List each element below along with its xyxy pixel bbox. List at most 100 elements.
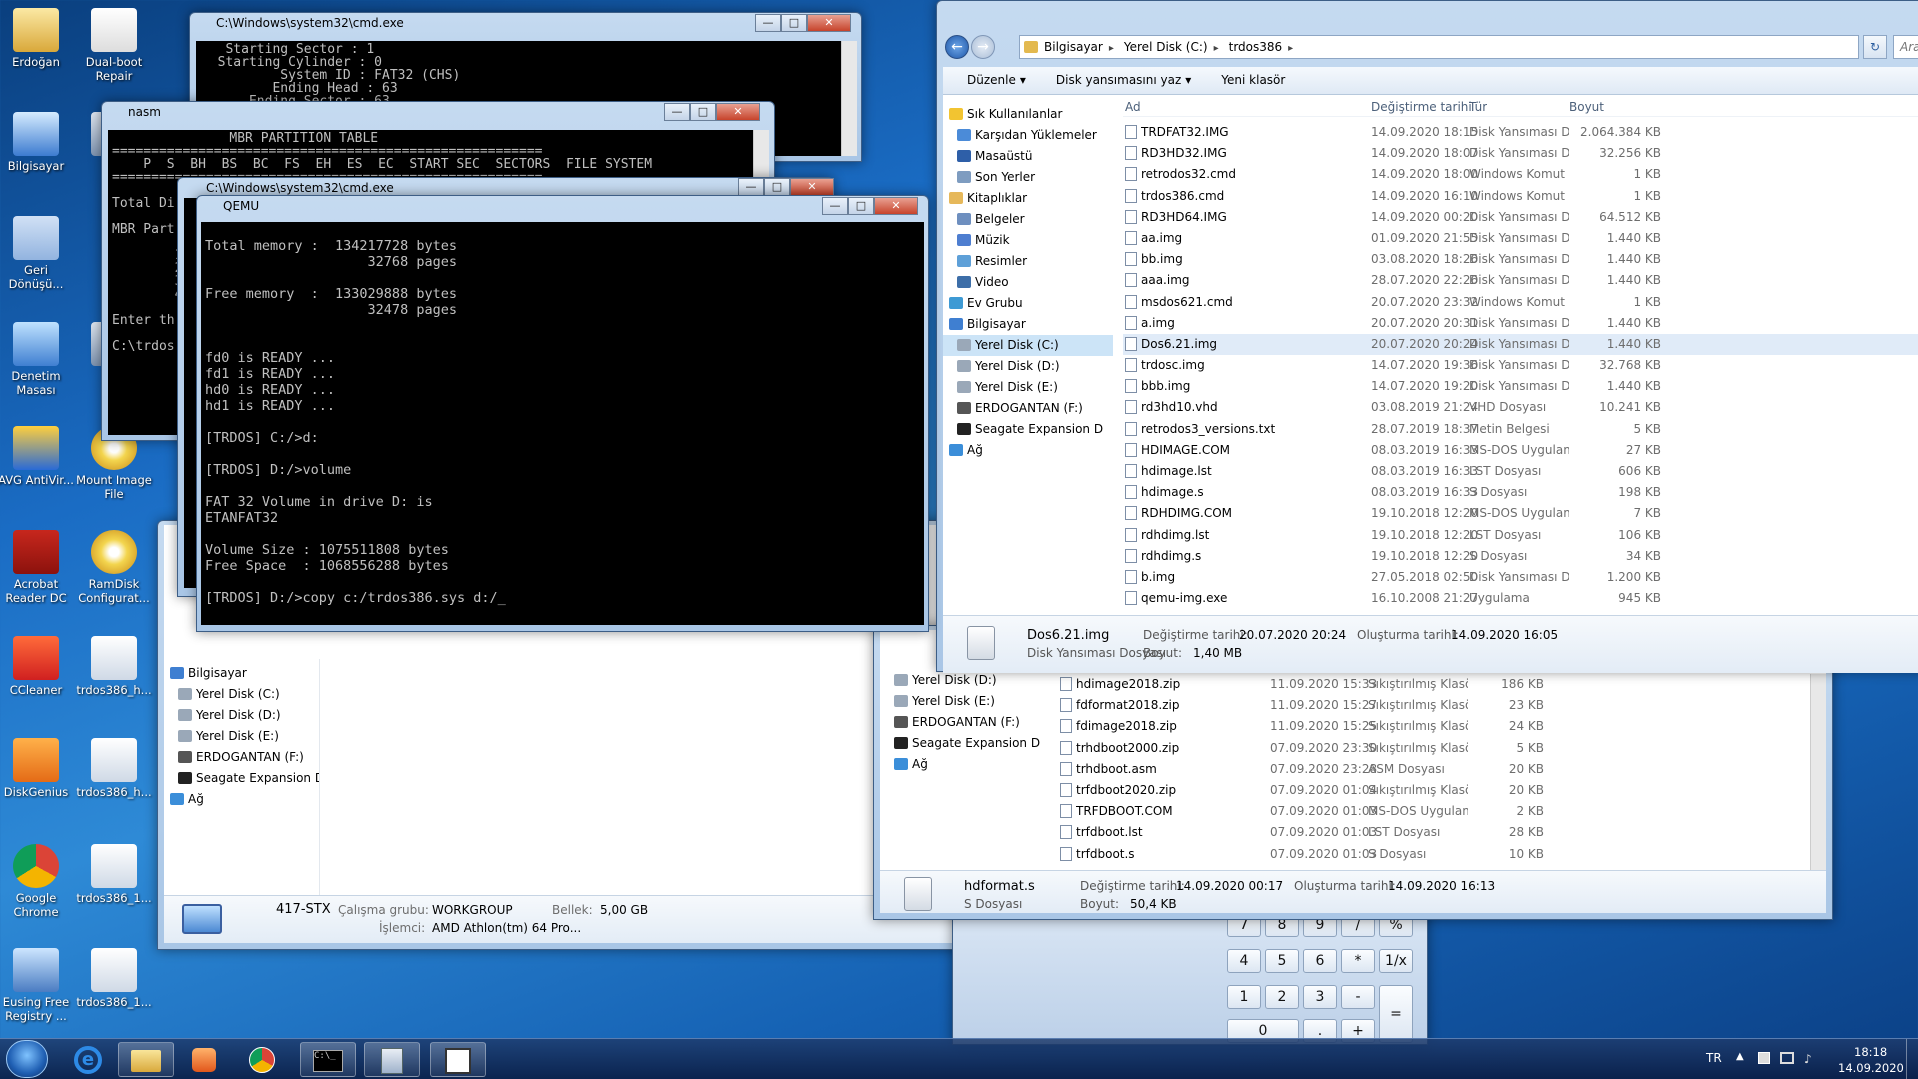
desktop-icon[interactable]: Bilgisayar [0,112,76,173]
organize-button[interactable]: Düzenle [967,73,1016,87]
file-row[interactable]: RD3HD32.IMG 14.09.2020 18:07 Disk Yansımas… [1123,143,1918,164]
file-row[interactable]: qemu-img.exe 16.10.2008 21:27 Uygulama 945 … [1123,588,1918,609]
nav-item[interactable]: Yerel Disk (C:) [164,684,319,705]
file-row[interactable]: fdformat2018.zip 11.09.2020 15:27 Sıkıştır… [1058,695,1818,716]
desktop-icon[interactable]: Google Chrome [0,844,76,919]
file-row[interactable]: Dos6.21.img 20.07.2020 20:24 Disk Yansımas… [1123,333,1918,356]
desktop-icon[interactable]: Eusing Free Registry ... [0,948,76,1023]
close-button[interactable]: ✕ [874,197,918,215]
nav-item[interactable]: ERDOGANTAN (F:) [880,712,1050,733]
desktop-icon[interactable]: Acrobat Reader DC [0,530,76,605]
file-row[interactable]: retrodos32.cmd 14.09.2020 18:00 Windows Ko… [1123,164,1918,185]
file-row[interactable]: trfdboot2020.zip 07.09.2020 01:04 Sıkıştır… [1058,780,1818,801]
network-tray-icon[interactable] [1780,1052,1794,1064]
desktop-icon[interactable]: trdos386_1... [74,948,154,1009]
taskbar-media-player[interactable] [176,1042,232,1077]
file-row[interactable]: trfdboot.lst 07.09.2020 01:03 LST Dosyası 2… [1058,822,1818,843]
minimize-button[interactable]: — [664,103,690,121]
address-bar[interactable]: Bilgisayar ▸ Yerel Disk (C:) ▸ trdos386 ▸ [1019,35,1859,59]
desktop-icon[interactable]: Erdoğan [0,8,76,69]
calculator-key[interactable]: 6 [1303,949,1337,973]
file-row[interactable]: hdimage.lst 08.03.2019 16:33 LST Dosyası 60… [1123,461,1918,482]
column-header-name[interactable]: Ad [1125,97,1141,118]
file-row[interactable]: aaa.img28.07.2020 22:26Disk Yansıması Do… [1123,270,1918,291]
file-row[interactable]: bb.img03.08.2020 18:26Disk Yansıması Do.… [1123,249,1918,270]
close-button[interactable]: ✕ [716,103,760,121]
breadcrumb-item[interactable]: Bilgisayar [1044,40,1103,54]
nav-item[interactable]: Yerel Disk (D:) [880,670,1050,691]
calculator-key[interactable]: * [1341,949,1375,973]
burn-image-button[interactable]: Disk yansımasını yaz [1056,73,1181,87]
calculator-key[interactable]: 1/x [1379,949,1413,973]
chevron-right-icon[interactable]: ▸ [1214,43,1219,54]
taskbar-cmd[interactable]: C:\_ [300,1042,356,1077]
qemu-display[interactable]: Total memory : 134217728 bytes 32768 pag… [201,222,924,625]
language-indicator[interactable]: TR [1706,1051,1722,1065]
maximize-button[interactable]: □ [690,103,716,121]
calculator-key[interactable]: 2 [1265,985,1299,1009]
nav-item[interactable]: ERDOGANTAN (F:) [943,398,1113,419]
vertical-scrollbar[interactable] [1810,674,1826,874]
file-row[interactable]: TRDFAT32.IMG 14.09.2020 18:15 Disk Yansıma… [1123,122,1918,143]
start-button[interactable] [6,1040,48,1078]
taskbar-explorer[interactable] [118,1042,174,1077]
column-header-size[interactable]: Boyut [1569,97,1604,118]
file-row[interactable]: trdos386.cmd 14.09.2020 16:10 Windows Komu… [1123,186,1918,207]
file-row[interactable]: RD3HD64.IMG 14.09.2020 00:20 Disk Yansımas… [1123,207,1918,228]
calculator-window[interactable]: 7 8 9/% 4 5 6 * 1/x 1 2 3-0. + = [952,900,1428,1045]
nav-item[interactable]: Bilgisayar [164,663,319,684]
forward-button[interactable]: → [971,35,995,59]
file-row[interactable]: trhdboot.asm 07.09.2020 23:28 ASM Dosyası 2… [1058,759,1818,780]
taskbar-chrome[interactable] [234,1042,290,1077]
calculator-key[interactable]: 1 [1227,985,1261,1009]
desktop-icon[interactable]: CCleaner [0,636,76,697]
maximize-button[interactable]: □ [781,14,807,32]
nav-item[interactable]: Ağ [880,754,1050,775]
minimize-button[interactable]: — [738,178,764,196]
minimize-button[interactable]: — [822,197,848,215]
nav-item[interactable]: Kitaplıklar [943,188,1113,209]
chevron-right-icon[interactable]: ▸ [1109,43,1114,54]
column-header-date[interactable]: Değiştirme tarihi [1371,97,1472,118]
nav-item[interactable]: Seagate Expansion D [164,768,319,789]
explorer-window-trdos386[interactable]: ← → Bilgisayar ▸ Yerel Disk (C:) ▸ trdos386 ▸… [936,0,1918,673]
nav-item[interactable]: ERDOGANTAN (F:) [164,747,319,768]
nav-item[interactable]: Belgeler [943,209,1113,230]
breadcrumb-item[interactable]: trdos386 [1229,40,1283,54]
breadcrumb-item[interactable]: Yerel Disk (C:) [1124,40,1208,54]
file-row[interactable]: aa.img01.09.2020 21:55Disk Yansıması Do.… [1123,228,1918,249]
nav-item[interactable]: Resimler [943,251,1113,272]
desktop-icon[interactable]: Dual-boot Repair [74,8,154,83]
calculator-key[interactable]: 4 [1227,949,1261,973]
file-row[interactable]: bbb.img14.07.2020 19:20Disk Yansıması Do… [1123,376,1918,397]
nav-item[interactable]: Ağ [943,440,1113,461]
nav-item[interactable]: Video [943,272,1113,293]
nav-item[interactable]: Seagate Expansion D [880,733,1050,754]
taskbar-qemu[interactable] [430,1042,486,1077]
file-row[interactable]: rd3hd10.vhd 03.08.2019 21:24 VHD Dosyası 10… [1123,397,1918,418]
search-input[interactable]: Ara: [1893,35,1918,59]
calculator-key[interactable]: 3 [1303,985,1337,1009]
desktop-icon[interactable]: trdos386_h... [74,636,154,697]
nav-item[interactable]: Karşıdan Yüklemeler [943,125,1113,146]
nav-item[interactable]: Yerel Disk (E:) [943,377,1113,398]
desktop-icon[interactable]: trdos386_1... [74,844,154,905]
nav-item[interactable]: Müzik [943,230,1113,251]
taskbar-calculator[interactable] [364,1042,420,1077]
nav-item[interactable]: Yerel Disk (D:) [943,356,1113,377]
vertical-scrollbar[interactable] [841,41,857,156]
taskbar-internet-explorer[interactable]: e [60,1042,116,1077]
nav-item[interactable]: Yerel Disk (D:) [164,705,319,726]
desktop-icon[interactable]: RamDisk Configurat... [74,530,154,605]
close-button[interactable]: ✕ [790,178,834,196]
nav-item[interactable]: Yerel Disk (E:) [164,726,319,747]
action-center-flag-icon[interactable] [1758,1052,1770,1064]
minimize-button[interactable]: — [755,14,781,32]
nav-item[interactable]: Yerel Disk (C:) [943,335,1113,356]
nav-item[interactable]: Bilgisayar [943,314,1113,335]
nav-item[interactable]: Son Yerler [943,167,1113,188]
file-row[interactable]: TRFDBOOT.COM 07.09.2020 01:03 MS-DOS Uygul… [1058,801,1818,822]
desktop-icon[interactable]: Geri Dönüşü... [0,216,76,291]
nav-item[interactable]: Sık Kullanılanlar [943,104,1113,125]
desktop-icon[interactable]: Denetim Masası [0,322,76,397]
